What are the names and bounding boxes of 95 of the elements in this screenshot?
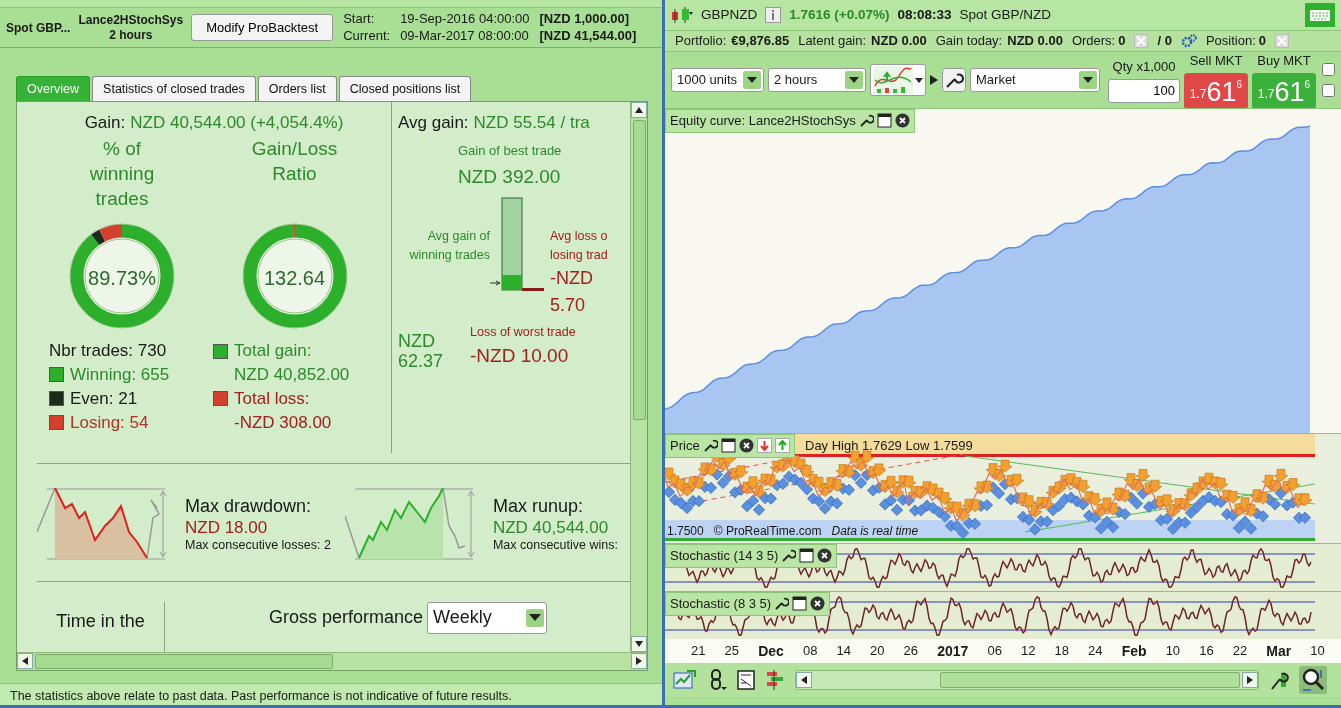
avg-loss-label: Avg loss o losing trad: [550, 228, 609, 264]
axis-label: 25: [724, 642, 740, 661]
start-label: Start:: [343, 10, 376, 28]
trade-count-text: Nbr trades: 730: [49, 340, 168, 363]
time-in-market-label: Time in the: [37, 601, 165, 652]
trade-label: Sell MKT: [1189, 52, 1243, 71]
system-name: Lance2HStochSys: [78, 12, 184, 28]
max-value: NZD 40,544.00: [492, 517, 610, 539]
modify-backtest-button[interactable]: Modify ProBacktest: [191, 13, 334, 42]
legend-label: Even: 21: [70, 387, 138, 410]
current-value: [NZD 41,544.00]: [539, 27, 637, 45]
legend-label: Winning: 655: [70, 364, 170, 387]
best-trade-value: NZD 392.00: [458, 164, 562, 189]
current-label: Current:: [343, 27, 391, 45]
axis-label: 10: [1165, 642, 1181, 661]
portfolio-label: Gain today:: [935, 32, 1003, 51]
axis-label: 2017: [937, 641, 969, 661]
ring-title: % of winning trades: [88, 137, 156, 211]
max-title: Max runup:: [492, 494, 584, 518]
portfolio-value: NZD 0.00: [1007, 32, 1063, 51]
axis-label: 14: [836, 642, 851, 661]
report-tab[interactable]: Orders list: [257, 76, 337, 101]
period-dropdown[interactable]: 2 hours: [768, 68, 866, 92]
quote-value: 1.7616 (+0.07%): [789, 5, 890, 24]
legend-value: NZD 40,852.00: [233, 364, 351, 387]
axis-label: 12: [1020, 642, 1036, 661]
symbol-name: GBPNZD: [701, 5, 758, 24]
gain-label: Gain:: [84, 111, 126, 134]
chart-title-tab: Equity curve: Lance2HStochSys: [665, 109, 915, 133]
price-level-label: 1.7500: [667, 523, 704, 540]
axis-label: Mar: [1266, 641, 1292, 661]
gain-value: NZD 40,544.00 (+4,054.4%): [130, 111, 344, 134]
worst-trade-value: -NZD 10.00: [470, 343, 570, 368]
axis-label: 10: [1310, 642, 1325, 661]
winning-ring-value: 89.73%: [87, 266, 157, 292]
axis-label: Feb: [1121, 641, 1147, 661]
data-note-text: Data is real time: [831, 523, 919, 540]
max-value: NZD 18.00: [185, 517, 269, 539]
start-date: 19-Sep-2016 04:00:00: [400, 10, 530, 28]
best-trade-label: Gain of best trade: [458, 142, 563, 161]
legend-label: Total gain:: [234, 340, 312, 363]
axis-label: Dec: [758, 641, 784, 661]
units-dropdown[interactable]: 1000 units: [671, 68, 764, 92]
axis-label: 24: [1088, 642, 1103, 661]
axis-label: 06: [987, 642, 1002, 661]
max-title: Max drawdown:: [185, 494, 313, 518]
avg-gain-label: Avg gain:: [398, 111, 469, 134]
timeframe-text: 2 hours: [108, 27, 154, 43]
legend-value: -NZD 308.00: [233, 411, 333, 434]
quantity-field[interactable]: 100: [1108, 78, 1180, 103]
quote-time: 08:08:33: [897, 5, 952, 24]
period-dropdown[interactable]: Weekly: [427, 601, 548, 634]
quantity-label: Qty x1,000: [1112, 58, 1176, 77]
worst-trade-label: Loss of worst trade: [470, 323, 576, 341]
position-label: Position:: [1205, 32, 1256, 51]
axis-label: 26: [903, 642, 919, 661]
position-value: 0: [1258, 32, 1267, 51]
axis-label: 16: [1199, 642, 1214, 661]
chart-title-tab: Stochastic (8 3 5): [665, 592, 831, 616]
portfolio-label: Latent gain:: [798, 32, 867, 51]
price-info-text: Day High 1.7629 Low 1.7599: [805, 437, 973, 455]
legend-label: Total loss:: [234, 387, 310, 410]
chart-title-tab: Price: [665, 434, 795, 458]
axis-label: 21: [691, 642, 706, 661]
order-type-dropdown[interactable]: Market: [970, 68, 1100, 92]
report-tab[interactable]: Statistics of closed trades: [92, 76, 256, 101]
max-note: Max consecutive wins:: [492, 538, 618, 554]
ratio-ring-value: 132.64: [262, 266, 327, 292]
portfolio-label: Portfolio:: [675, 32, 727, 51]
ring-title: Gain/Loss Ratio: [250, 137, 339, 186]
avg-win-value: NZD 62.37: [398, 330, 445, 373]
market-name: Spot GBP/NZD: [959, 5, 1052, 24]
current-date: 09-Mar-2017 08:00:00: [400, 27, 530, 45]
avg-win-label: Avg gain of winning trades: [408, 228, 490, 264]
chart-title-tab: Stochastic (14 3 5): [665, 544, 838, 568]
orders-label: Orders:: [1071, 32, 1116, 51]
max-note: Max consecutive losses: 2: [185, 538, 331, 554]
gross-performance-label: Gross performance: [269, 606, 424, 630]
axis-label: 08: [802, 642, 818, 661]
axis-label: 20: [870, 642, 885, 661]
orders-value: 0: [1118, 32, 1126, 51]
copyright-text: © ProRealTime.com: [713, 523, 822, 540]
report-tab[interactable]: Closed positions list: [338, 76, 472, 101]
avg-gain-value: NZD 55.54 / tra: [473, 111, 590, 134]
axis-label: 18: [1054, 642, 1069, 661]
instrument-name: Spot GBP...: [6, 19, 71, 37]
disclaimer-text: The statistics above relate to past data. Past performance is not indicative of future results.: [0, 683, 662, 705]
legend-label: Losing: 54: [70, 411, 149, 434]
trade-label: Buy MKT: [1257, 52, 1311, 71]
axis-label: 22: [1232, 642, 1248, 661]
portfolio-value: NZD 0.00: [871, 32, 927, 51]
avg-loss-value: -NZD 5.70: [550, 266, 594, 317]
portfolio-value: €9,876.85: [731, 32, 790, 51]
pending-orders-value: / 0: [1157, 32, 1172, 51]
start-value: [NZD 1,000.00]: [539, 10, 631, 28]
